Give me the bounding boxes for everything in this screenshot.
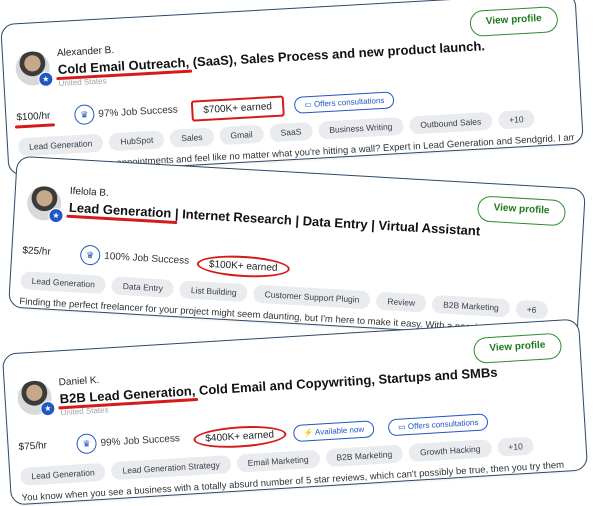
avatar: ★ (26, 185, 64, 224)
headline-keyword: Lead Generation (68, 199, 172, 221)
more-skills-chip[interactable]: +10 (497, 109, 536, 130)
available-label: Available now (314, 424, 365, 437)
hourly-rate: $100/hr (16, 110, 51, 124)
location: United States (60, 405, 109, 418)
lightning-icon: ⚡ (303, 427, 316, 438)
view-profile-button[interactable]: View profile (469, 6, 559, 37)
skill-chip[interactable]: Customer Support Plugin (253, 284, 371, 310)
skill-chip[interactable]: B2B Marketing (431, 294, 511, 318)
skill-chip[interactable]: Growth Hacking (408, 439, 492, 463)
freelancer-name: Ifelola B. (69, 185, 110, 200)
skill-chip[interactable]: Email Marketing (236, 449, 321, 473)
freelancer-card-3[interactable]: ★ Daniel K. B2B Lead Generation, Cold Em… (1, 318, 589, 506)
crown-icon: ♛ (79, 244, 101, 266)
freelancer-card-2[interactable]: ★ Ifelola B. Lead Generation | Internet … (8, 155, 586, 341)
job-success: ♛ 100% Job Success (79, 244, 190, 271)
job-success: ♛ 97% Job Success (73, 99, 179, 126)
consultations-label: Offers consultations (407, 417, 479, 432)
headline-rest: | Internet Research | Data Entry | Virtu… (170, 205, 481, 239)
consultations-label: Offers consultations (313, 95, 385, 109)
skill-chip[interactable]: Lead Generation (17, 133, 104, 157)
skill-chip[interactable]: Sales (169, 127, 214, 148)
job-success-label: 97% Job Success (98, 103, 179, 120)
verified-badge-icon: ★ (39, 400, 56, 417)
freelancer-headline[interactable]: B2B Lead Generation, Cold Email and Copy… (59, 365, 498, 407)
crown-icon: ♛ (73, 104, 95, 126)
earned-amount: $700K+ earned (190, 95, 285, 122)
skill-chip[interactable]: Business Writing (317, 116, 404, 140)
freelancer-name: Daniel K. (58, 374, 100, 389)
consultations-pill: ▭ Offers consultations (387, 413, 489, 437)
earned-amount: $400K+ earned (192, 423, 287, 451)
headline-rest: , Cold Email and Copywriting, Startups a… (191, 364, 498, 399)
skill-chip[interactable]: Gmail (218, 124, 265, 146)
view-profile-button[interactable]: View profile (472, 332, 563, 364)
video-icon: ▭ (303, 99, 315, 110)
freelancer-headline[interactable]: Lead Generation | Internet Research | Da… (69, 200, 481, 239)
more-skills-chip[interactable]: +10 (496, 436, 535, 457)
avatar: ★ (16, 379, 56, 417)
skill-chip[interactable]: Lead Generation Strategy (111, 455, 232, 481)
available-now-pill: ⚡ Available now (292, 420, 375, 443)
job-success: ♛ 99% Job Success (75, 428, 181, 455)
skill-chip[interactable]: HubSpot (108, 130, 165, 152)
consultations-pill: ▭ Offers consultations (293, 91, 395, 114)
job-success-label: 99% Job Success (100, 432, 181, 449)
earned-amount: $100K+ earned (196, 253, 291, 280)
job-success-label: 100% Job Success (103, 250, 190, 267)
view-profile-button[interactable]: View profile (476, 195, 567, 227)
verified-badge-icon: ★ (37, 71, 54, 88)
headline-keyword: Cold Email Outreach (57, 54, 186, 78)
headline-rest: , (SaaS), Sales Process and new product … (185, 38, 486, 70)
skill-chip[interactable]: Review (375, 291, 427, 313)
freelancer-name: Alexander B. (56, 44, 115, 60)
skill-chip[interactable]: List Building (179, 280, 249, 303)
video-icon: ▭ (397, 422, 409, 432)
hourly-rate: $75/hr (18, 440, 48, 453)
location: United States (58, 76, 107, 89)
skill-chip[interactable]: Lead Generation (20, 271, 107, 295)
skill-chip[interactable]: B2B Marketing (324, 444, 404, 468)
freelancer-headline[interactable]: Cold Email Outreach, (SaaS), Sales Proce… (57, 38, 485, 77)
skill-chip[interactable]: Data Entry (111, 276, 175, 298)
skill-chip[interactable]: Lead Generation (19, 462, 107, 486)
crown-icon: ♛ (75, 433, 98, 455)
hourly-rate: $25/hr (22, 245, 52, 258)
freelancer-card-1[interactable]: ★ Alexander B. Cold Email Outreach, (Saa… (0, 0, 584, 176)
more-skills-chip[interactable]: +6 (515, 299, 548, 320)
verified-badge-icon: ★ (48, 207, 64, 224)
skill-chip[interactable]: Outbound Sales (408, 111, 493, 135)
avatar: ★ (14, 50, 54, 88)
skill-chip[interactable]: SaaS (269, 121, 313, 143)
